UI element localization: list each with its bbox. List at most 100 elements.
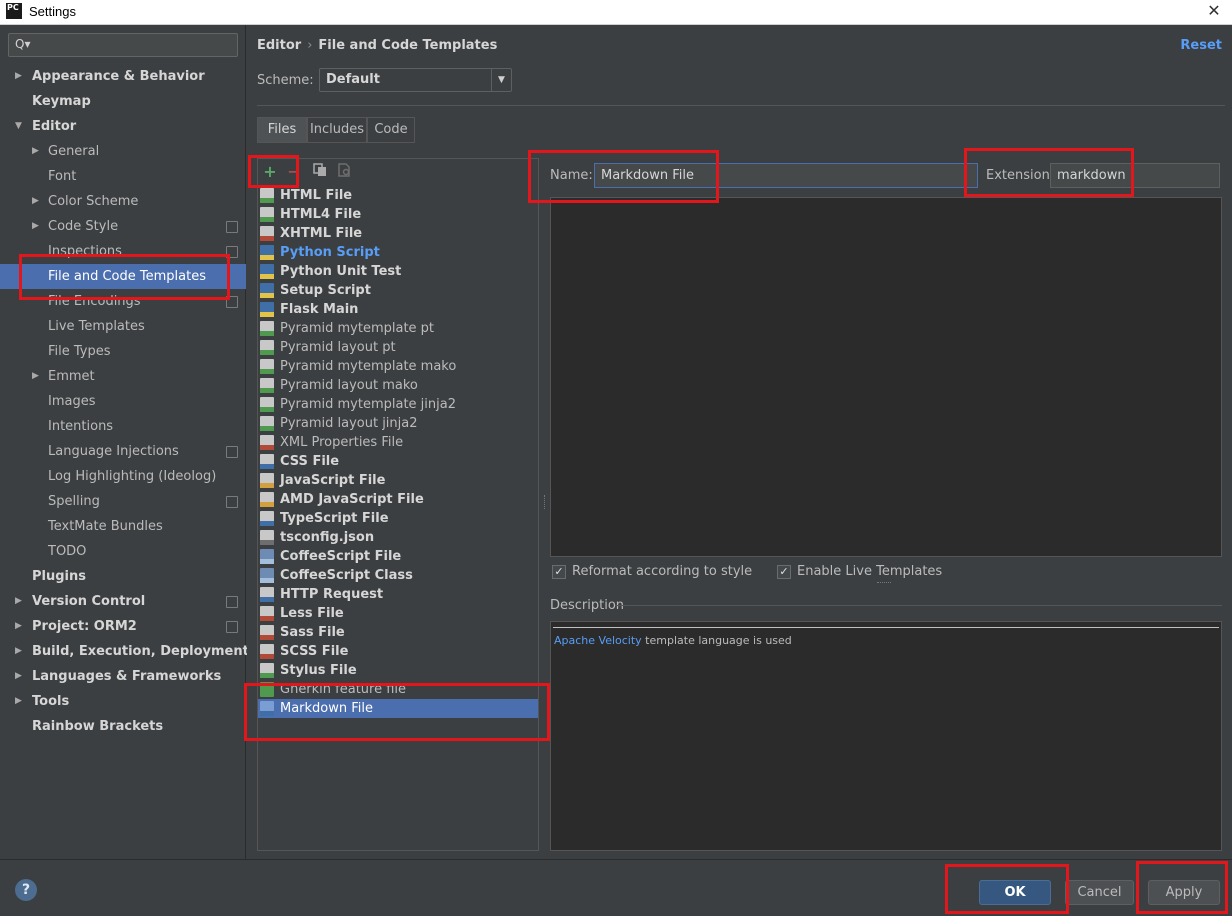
scss-file-icon xyxy=(260,644,274,659)
list-item[interactable]: XHTML File xyxy=(260,224,540,243)
reset-template-icon[interactable] xyxy=(335,163,353,181)
tab-files[interactable]: Files xyxy=(257,117,307,143)
breadcrumb: Editor › File and Code Templates xyxy=(257,38,498,53)
apply-button[interactable]: Apply xyxy=(1148,880,1220,905)
sidebar-item-textmate-bundles[interactable]: TextMate Bundles xyxy=(48,514,163,539)
expand-arrow-icon[interactable]: ▶ xyxy=(15,689,22,714)
close-icon[interactable]: ✕ xyxy=(1204,0,1224,24)
description-label: Description xyxy=(550,598,625,613)
add-icon[interactable]: + xyxy=(261,163,279,181)
coffeescript-file-icon xyxy=(260,549,274,564)
chameleon-file-icon xyxy=(260,321,274,336)
collapse-arrow-icon[interactable]: ▼ xyxy=(15,114,22,139)
javascript-file-icon xyxy=(260,492,274,507)
reformat-checkbox[interactable]: ✓ xyxy=(552,565,566,579)
list-item[interactable]: SCSS File xyxy=(260,642,540,661)
list-item[interactable]: Pyramid layout mako xyxy=(260,376,540,395)
list-item[interactable]: Python Script xyxy=(260,243,540,262)
sidebar-item-keymap[interactable]: Keymap xyxy=(32,89,91,114)
list-item[interactable]: CoffeeScript Class xyxy=(260,566,540,585)
settings-sidebar: Q▾ ▶ Appearance & Behavior Keymap ▼ Edit… xyxy=(0,25,249,859)
list-item[interactable]: JavaScript File xyxy=(260,471,540,490)
sidebar-item-intentions[interactable]: Intentions xyxy=(48,414,113,439)
help-icon[interactable]: ? xyxy=(15,879,37,901)
ok-button[interactable]: OK xyxy=(979,880,1051,905)
xhtml-file-icon xyxy=(260,226,274,241)
project-copy-icon xyxy=(226,596,238,608)
expand-arrow-icon[interactable]: ▶ xyxy=(32,189,39,214)
sidebar-item-images[interactable]: Images xyxy=(48,389,96,414)
list-item[interactable]: Pyramid layout jinja2 xyxy=(260,414,540,433)
list-item[interactable]: Pyramid mytemplate pt xyxy=(260,319,540,338)
javascript-file-icon xyxy=(260,473,274,488)
sidebar-item-log-highlighting[interactable]: Log Highlighting (Ideolog) xyxy=(48,464,216,489)
list-item[interactable]: CSS File xyxy=(260,452,540,471)
list-item[interactable]: XML Properties File xyxy=(260,433,540,452)
splitter-handle[interactable] xyxy=(877,582,891,585)
remove-icon[interactable]: − xyxy=(285,163,303,181)
list-item[interactable]: AMD JavaScript File xyxy=(260,490,540,509)
list-item[interactable]: HTML4 File xyxy=(260,205,540,224)
splitter-handle[interactable] xyxy=(544,495,547,509)
tab-includes[interactable]: Includes xyxy=(307,117,367,143)
expand-arrow-icon[interactable]: ▶ xyxy=(15,664,22,689)
list-item[interactable]: Pyramid mytemplate jinja2 xyxy=(260,395,540,414)
html-file-icon xyxy=(260,207,274,222)
scheme-label: Scheme: xyxy=(257,73,314,88)
list-item[interactable]: Gherkin feature file xyxy=(260,680,540,699)
extension-input[interactable]: markdown xyxy=(1050,163,1220,188)
sidebar-item-file-and-code-templates[interactable]: File and Code Templates xyxy=(0,264,246,289)
template-editor[interactable] xyxy=(550,197,1222,557)
sidebar-item-live-templates[interactable]: Live Templates xyxy=(48,314,145,339)
sidebar-item-plugins[interactable]: Plugins xyxy=(32,564,86,589)
list-item[interactable]: Sass File xyxy=(260,623,540,642)
list-item-selected[interactable]: Markdown File xyxy=(258,699,538,718)
expand-arrow-icon[interactable]: ▶ xyxy=(15,589,22,614)
cancel-button[interactable]: Cancel xyxy=(1065,880,1134,905)
scheme-select[interactable]: Default ▼ xyxy=(319,68,512,92)
expand-arrow-icon[interactable]: ▶ xyxy=(15,614,22,639)
list-item[interactable]: tsconfig.json xyxy=(260,528,540,547)
velocity-link[interactable]: Apache Velocity xyxy=(554,634,642,647)
list-item[interactable]: TypeScript File xyxy=(260,509,540,528)
list-item[interactable]: HTML File xyxy=(260,186,540,205)
list-item[interactable]: Less File xyxy=(260,604,540,623)
sidebar-item-spelling[interactable]: Spelling xyxy=(48,489,100,514)
sidebar-item-file-encodings[interactable]: File Encodings xyxy=(48,289,141,314)
sidebar-item-todo[interactable]: TODO xyxy=(48,539,86,564)
chevron-down-icon[interactable]: ▼ xyxy=(491,69,511,91)
list-item[interactable]: Python Unit Test xyxy=(260,262,540,281)
sidebar-item-language-injections[interactable]: Language Injections xyxy=(48,439,179,464)
chameleon-file-icon xyxy=(260,340,274,355)
sidebar-item-rainbow-brackets[interactable]: Rainbow Brackets xyxy=(32,714,163,739)
sidebar-item-file-types[interactable]: File Types xyxy=(48,339,111,364)
list-item[interactable]: Setup Script xyxy=(260,281,540,300)
name-input[interactable]: Markdown File xyxy=(594,163,978,188)
list-item[interactable]: HTTP Request xyxy=(260,585,540,604)
expand-arrow-icon[interactable]: ▶ xyxy=(15,639,22,664)
sidebar-item-font[interactable]: Font xyxy=(48,164,76,189)
mako-file-icon xyxy=(260,359,274,374)
search-icon: Q▾ xyxy=(15,37,31,51)
expand-arrow-icon[interactable]: ▶ xyxy=(15,64,22,89)
extension-label: Extension: xyxy=(986,168,1055,183)
search-input[interactable]: Q▾ xyxy=(8,33,238,57)
list-item[interactable]: Pyramid mytemplate mako xyxy=(260,357,540,376)
list-item[interactable]: Flask Main xyxy=(260,300,540,319)
live-templates-checkbox[interactable]: ✓ xyxy=(777,565,791,579)
list-item[interactable]: Stylus File xyxy=(260,661,540,680)
project-copy-icon xyxy=(226,496,238,508)
sass-file-icon xyxy=(260,625,274,640)
css-file-icon xyxy=(260,454,274,469)
tab-code[interactable]: Code xyxy=(367,117,415,143)
list-item[interactable]: Pyramid layout pt xyxy=(260,338,540,357)
xml-file-icon xyxy=(260,435,274,450)
expand-arrow-icon[interactable]: ▶ xyxy=(32,364,39,389)
html-file-icon xyxy=(260,188,274,203)
list-item[interactable]: CoffeeScript File xyxy=(260,547,540,566)
sidebar-item-inspections[interactable]: Inspections xyxy=(48,239,122,264)
copy-icon[interactable] xyxy=(311,163,329,181)
expand-arrow-icon[interactable]: ▶ xyxy=(32,214,39,239)
reset-link[interactable]: Reset xyxy=(1180,38,1222,53)
expand-arrow-icon[interactable]: ▶ xyxy=(32,139,39,164)
